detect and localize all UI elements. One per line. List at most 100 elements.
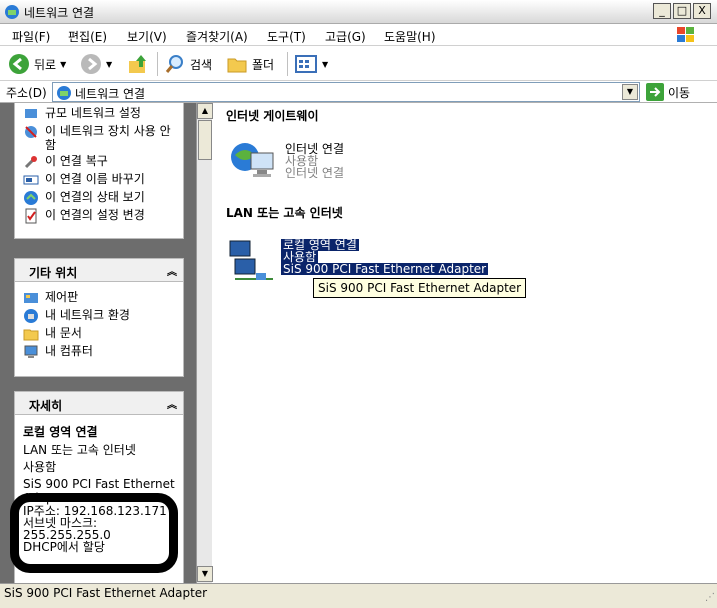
task-label: 이 연결의 상태 보기 bbox=[45, 190, 145, 204]
menu-favorites[interactable]: 즐겨찾기(A) bbox=[186, 28, 248, 45]
menu-tools[interactable]: 도구(T) bbox=[267, 28, 306, 45]
task-rename-connection[interactable]: 이 연결 이름 바꾸기 bbox=[23, 172, 175, 188]
close-button[interactable]: X bbox=[693, 3, 711, 19]
disable-device-icon bbox=[25, 126, 37, 138]
other-places-header[interactable]: 기타 위치 ︽ bbox=[14, 258, 184, 282]
task-label: 이 연결 복구 bbox=[45, 154, 108, 168]
group-title-gateway: 인터넷 게이트웨이 bbox=[226, 109, 319, 123]
up-folder-icon bbox=[129, 55, 146, 73]
internet-connection-item[interactable]: 인터넷 연결 사용함 인터넷 연결 bbox=[229, 137, 344, 185]
collapse-chevron-icon[interactable]: ︽ bbox=[167, 396, 177, 411]
details-status: 사용함 bbox=[23, 460, 57, 474]
link-label: 제어판 bbox=[45, 290, 79, 304]
my-computer-icon bbox=[24, 345, 38, 358]
status-icon bbox=[24, 191, 38, 205]
task-view-status[interactable]: 이 연결의 상태 보기 bbox=[23, 190, 175, 206]
link-label: 내 컴퓨터 bbox=[45, 344, 93, 358]
panel-title: 자세히 bbox=[29, 399, 63, 413]
details-header[interactable]: 자세히 ︽ bbox=[14, 391, 184, 415]
minimize-button[interactable]: _ bbox=[653, 3, 671, 19]
go-arrow-icon bbox=[646, 83, 664, 101]
back-label: 뒤로 bbox=[34, 57, 57, 72]
views-icon bbox=[295, 55, 317, 73]
resize-grip-icon[interactable]: ⋰ bbox=[705, 592, 715, 603]
menu-advanced[interactable]: 고급(G) bbox=[325, 28, 366, 45]
rename-icon bbox=[23, 175, 39, 185]
network-setup-icon bbox=[25, 109, 37, 118]
scroll-down-button[interactable]: ▼ bbox=[197, 566, 213, 582]
address-label: 주소(D) bbox=[6, 86, 47, 100]
scroll-up-button[interactable]: ▲ bbox=[197, 103, 213, 119]
menu-view[interactable]: 보기(V) bbox=[127, 28, 167, 45]
folders-icon bbox=[227, 58, 247, 73]
search-button[interactable]: 검색 bbox=[164, 51, 212, 77]
connections-list: 인터넷 게이트웨이 인터넷 연결 사용함 인터넷 연결 LAN 또는 고속 인터… bbox=[213, 103, 717, 583]
back-arrow-icon bbox=[9, 54, 29, 74]
link-my-network-places[interactable]: 내 네트워크 환경 bbox=[23, 308, 175, 324]
address-value: 네트워크 연결 bbox=[75, 87, 146, 101]
up-folder-button[interactable] bbox=[127, 51, 149, 77]
windows-logo-icon bbox=[677, 27, 694, 42]
status-text: SiS 900 PCI Fast Ethernet Adapter bbox=[4, 586, 208, 600]
highlight-marker bbox=[10, 493, 178, 573]
details-type: LAN 또는 고속 인터넷 bbox=[23, 443, 136, 457]
toolbar-separator bbox=[157, 52, 158, 76]
details-name: 로컬 영역 연결 bbox=[23, 425, 98, 439]
link-my-documents[interactable]: 내 문서 bbox=[23, 326, 175, 342]
other-places-panel: 기타 위치 ︽ 제어판 내 네트워크 환경 내 문서 내 컴퓨터 bbox=[14, 258, 184, 377]
chevron-down-icon[interactable]: ▼ bbox=[106, 60, 112, 69]
link-label: 내 문서 bbox=[45, 326, 82, 340]
network-tasks-panel: 규모 네트워크 설정 이 네트워크 장치 사용 안 함 이 연결 복구 이 연결… bbox=[14, 103, 184, 239]
task-label: 규모 네트워크 설정 bbox=[45, 106, 141, 120]
task-label: 이 연결의 설정 변경 bbox=[45, 208, 145, 222]
back-button[interactable]: 뒤로 ▼ bbox=[8, 51, 66, 77]
title-bar: 네트워크 연결 _ □ X bbox=[0, 0, 717, 24]
chevron-down-icon[interactable]: ▼ bbox=[60, 60, 66, 69]
task-change-settings[interactable]: 이 연결의 설정 변경 bbox=[23, 208, 175, 224]
views-button[interactable]: ▼ bbox=[294, 51, 328, 77]
forward-button[interactable]: ▼ bbox=[80, 51, 112, 77]
toolbar-separator bbox=[287, 52, 288, 76]
internet-gateway-icon bbox=[231, 143, 274, 177]
menu-edit[interactable]: 편집(E) bbox=[68, 28, 107, 45]
panel-title: 기타 위치 bbox=[29, 266, 78, 280]
group-title-lan: LAN 또는 고속 인터넷 bbox=[226, 206, 343, 220]
wrench-icon bbox=[24, 156, 37, 169]
go-label: 이동 bbox=[668, 85, 691, 100]
folders-button[interactable]: 폴더 bbox=[226, 51, 274, 77]
task-label: 이 연결 이름 바꾸기 bbox=[45, 172, 145, 186]
task-network-setup[interactable]: 규모 네트워크 설정 bbox=[23, 106, 175, 122]
task-repair-connection[interactable]: 이 연결 복구 bbox=[23, 154, 175, 170]
link-label: 내 네트워크 환경 bbox=[45, 308, 130, 322]
window-title: 네트워크 연결 bbox=[24, 6, 95, 20]
connection-sub: 인터넷 연결 bbox=[285, 166, 345, 180]
collapse-chevron-icon[interactable]: ︽ bbox=[167, 263, 177, 278]
link-control-panel[interactable]: 제어판 bbox=[23, 290, 175, 306]
menu-help[interactable]: 도움말(H) bbox=[384, 28, 436, 45]
menu-bar: 파일(F) 편집(E) 보기(V) 즐겨찾기(A) 도구(T) 고급(G) 도움… bbox=[0, 24, 717, 46]
link-my-computer[interactable]: 내 컴퓨터 bbox=[23, 344, 175, 360]
my-documents-icon bbox=[23, 329, 39, 341]
task-pane-scrollbar[interactable]: ▲ ▼ bbox=[196, 103, 213, 583]
status-bar: SiS 900 PCI Fast Ethernet Adapter ⋰ bbox=[0, 583, 717, 608]
forward-arrow-icon bbox=[81, 54, 101, 74]
scroll-thumb[interactable] bbox=[198, 120, 212, 160]
device-tooltip: SiS 900 PCI Fast Ethernet Adapter bbox=[313, 278, 527, 298]
task-label: 이 네트워크 장치 사용 안 함 bbox=[45, 124, 171, 152]
menu-file[interactable]: 파일(F) bbox=[12, 28, 50, 45]
task-disable-device[interactable]: 이 네트워크 장치 사용 안 함 bbox=[23, 124, 175, 152]
address-dropdown-button[interactable]: ▼ bbox=[622, 84, 638, 100]
internet-connection-text: 인터넷 연결 사용함 인터넷 연결 bbox=[285, 137, 344, 185]
control-panel-icon bbox=[24, 293, 38, 303]
address-bar: 주소(D) 네트워크 연결 ▼ 이동 bbox=[0, 81, 717, 103]
connection-device: SiS 900 PCI Fast Ethernet Adapter bbox=[281, 262, 489, 276]
settings-icon bbox=[25, 208, 37, 224]
network-connections-icon bbox=[57, 86, 71, 100]
address-input[interactable]: 네트워크 연결 ▼ bbox=[52, 82, 640, 102]
folders-label: 폴더 bbox=[252, 57, 275, 72]
go-button[interactable]: 이동 bbox=[646, 83, 690, 101]
network-places-icon bbox=[24, 309, 38, 323]
search-icon bbox=[165, 55, 183, 73]
chevron-down-icon[interactable]: ▼ bbox=[322, 60, 328, 69]
maximize-button[interactable]: □ bbox=[673, 3, 691, 19]
